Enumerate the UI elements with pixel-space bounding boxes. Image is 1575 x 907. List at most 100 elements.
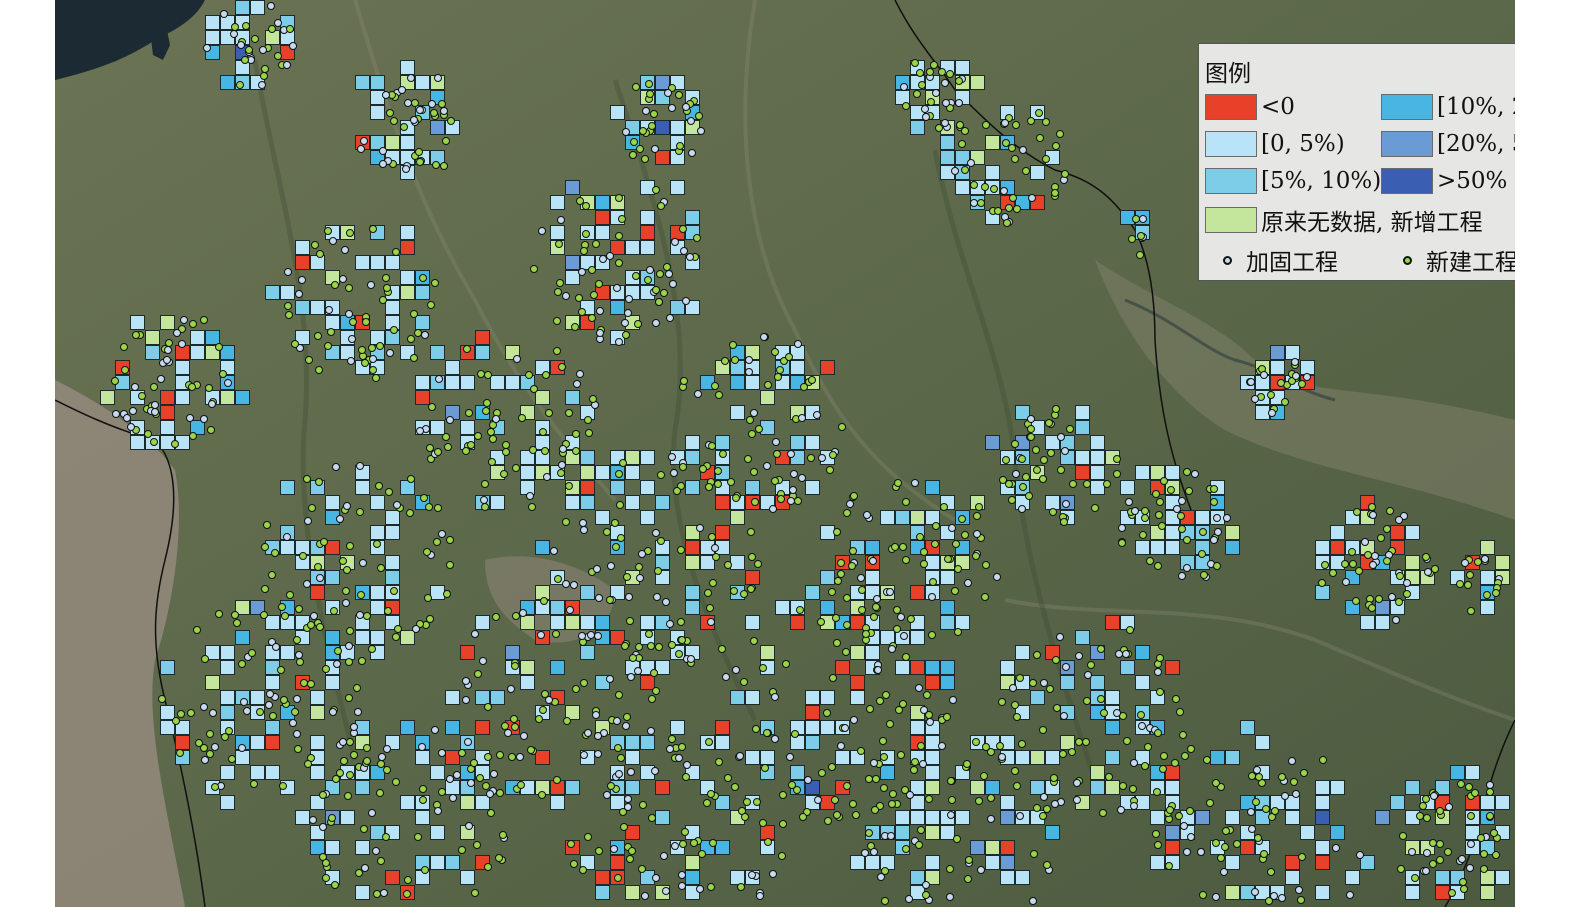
newbuild-project-point — [1396, 572, 1404, 580]
newbuild-project-point — [1233, 840, 1241, 848]
newbuild-project-point — [777, 495, 785, 503]
reinforce-project-point — [664, 89, 672, 97]
newbuild-project-point — [355, 869, 363, 877]
reinforce-project-point — [559, 445, 567, 453]
newbuild-project-point — [555, 240, 563, 248]
newbuild-project-point — [1119, 782, 1127, 790]
legend-item-20-50: [20%, 50%) — [1381, 130, 1515, 158]
newbuild-project-point — [385, 488, 393, 496]
newbuild-project-point — [866, 705, 874, 713]
newbuild-project-point — [434, 448, 442, 456]
newbuild-project-point — [615, 232, 623, 240]
reinforce-project-point — [798, 414, 806, 422]
newbuild-project-point — [484, 753, 492, 761]
reinforce-project-point — [428, 100, 436, 108]
reinforce-project-point — [304, 517, 312, 525]
legend-label-new-data: 原来无数据, 新增工程 — [1261, 210, 1483, 236]
newbuild-project-point — [316, 623, 324, 631]
newbuild-project-point — [595, 847, 603, 855]
reinforce-project-point — [745, 356, 753, 364]
newbuild-project-point — [443, 590, 451, 598]
newbuild-project-point — [1456, 580, 1464, 588]
reinforce-project-point — [613, 717, 621, 725]
reinforce-project-point — [665, 270, 673, 278]
legend-label-newbuild: 新建工程 — [1426, 250, 1515, 276]
reinforce-project-point — [1027, 415, 1035, 423]
reinforce-project-point — [1251, 395, 1259, 403]
newbuild-project-point — [623, 713, 631, 721]
newbuild-project-point — [238, 660, 246, 668]
newbuild-project-point — [657, 471, 665, 479]
newbuild-project-point — [629, 151, 637, 159]
newbuild-project-point — [245, 46, 253, 54]
reinforce-project-point — [440, 107, 448, 115]
newbuild-project-point — [410, 354, 418, 362]
newbuild-project-point — [211, 783, 219, 791]
newbuild-project-point — [1348, 548, 1356, 556]
newbuild-project-point — [1052, 656, 1060, 664]
reinforce-project-point — [887, 832, 895, 840]
newbuild-project-point — [383, 284, 391, 292]
newbuild-project-point — [492, 613, 500, 621]
map-frame[interactable]: 图例 <0 [10%, 20%) [0, 5%) [20%, 50%) [5%,… — [55, 0, 1515, 907]
reinforce-project-point — [642, 107, 650, 115]
reinforce-project-point — [594, 732, 602, 740]
reinforce-project-point — [696, 885, 704, 893]
reinforce-project-point — [1073, 796, 1081, 804]
newbuild-project-point — [406, 509, 414, 517]
newbuild-project-point — [606, 596, 614, 604]
newbuild-project-point — [730, 587, 738, 595]
newbuild-project-point — [1040, 456, 1048, 464]
newbuild-project-point — [1141, 762, 1149, 770]
reinforce-project-point — [789, 486, 797, 494]
reinforce-project-point — [293, 730, 301, 738]
newbuild-project-point — [363, 744, 371, 752]
reinforce-project-point — [127, 423, 135, 431]
newbuild-project-point — [390, 117, 398, 125]
newbuild-project-point — [729, 341, 737, 349]
newbuild-project-point — [709, 839, 717, 847]
newbuild-project-point — [295, 605, 303, 613]
newbuild-project-point — [420, 494, 428, 502]
legend-swatch-20-50 — [1381, 131, 1433, 157]
newbuild-project-point — [502, 441, 510, 449]
newbuild-project-point — [372, 374, 380, 382]
reinforce-project-point — [1061, 447, 1069, 455]
newbuild-project-point — [585, 429, 593, 437]
newbuild-project-point — [706, 604, 714, 612]
reinforce-project-point — [573, 380, 581, 388]
newbuild-project-point — [923, 691, 931, 699]
reinforce-project-point — [938, 742, 946, 750]
newbuild-project-point — [1097, 645, 1105, 653]
newbuild-project-point — [763, 729, 771, 737]
reinforce-project-point — [1213, 514, 1221, 522]
newbuild-project-point — [394, 625, 402, 633]
newbuild-project-point — [1139, 531, 1147, 539]
reinforce-project-point — [1115, 650, 1123, 658]
newbuild-project-point — [711, 382, 719, 390]
newbuild-project-point — [889, 790, 897, 798]
newbuild-project-point — [487, 809, 495, 817]
reinforce-project-point — [666, 745, 674, 753]
reinforce-project-point — [1247, 808, 1255, 816]
newbuild-project-point — [611, 519, 619, 527]
newbuild-project-point — [1011, 155, 1019, 163]
newbuild-project-point — [1397, 865, 1405, 873]
newbuild-project-point — [595, 280, 603, 288]
newbuild-project-point — [1248, 772, 1256, 780]
newbuild-project-point — [963, 760, 971, 768]
reinforce-project-point — [283, 533, 291, 541]
newbuild-project-point — [1167, 486, 1175, 494]
newbuild-project-point — [291, 708, 299, 716]
newbuild-project-point — [1466, 571, 1474, 579]
newbuild-project-point — [833, 528, 841, 536]
newbuild-project-point — [641, 155, 649, 163]
reinforce-project-point — [760, 333, 768, 341]
newbuild-project-point — [940, 503, 948, 511]
newbuild-project-point — [715, 391, 723, 399]
newbuild-project-point — [1154, 562, 1162, 570]
newbuild-project-point — [487, 428, 495, 436]
newbuild-project-point — [281, 612, 289, 620]
reinforce-project-point — [606, 252, 614, 260]
reinforce-project-point — [993, 573, 1001, 581]
